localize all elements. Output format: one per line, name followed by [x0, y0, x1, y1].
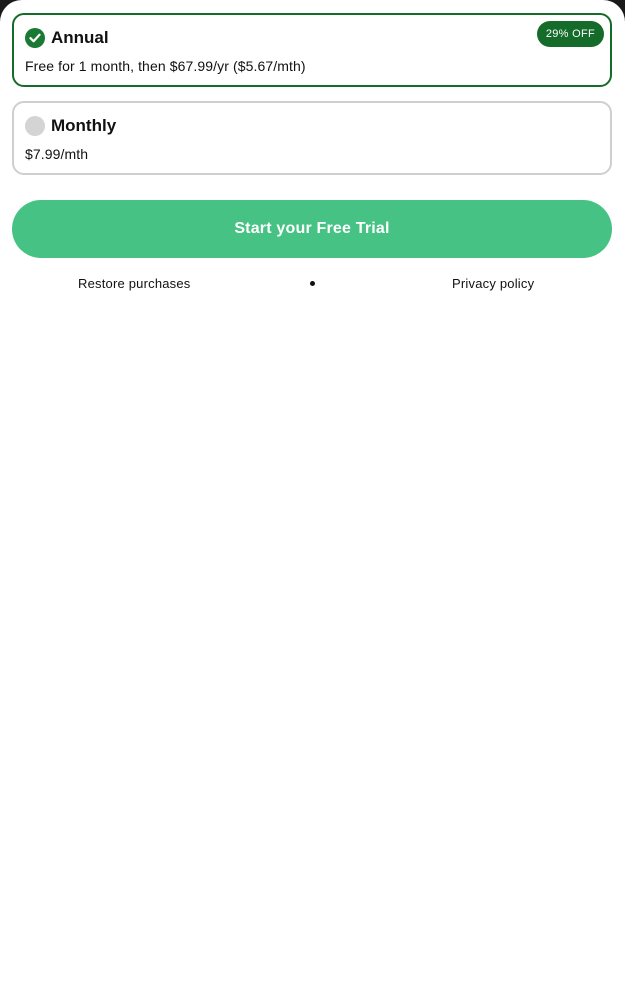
start-free-trial-button[interactable]: Start your Free Trial	[12, 200, 612, 258]
plan-option-monthly[interactable]: Monthly $7.99/mth	[12, 101, 612, 175]
privacy-policy-link[interactable]: Privacy policy	[452, 276, 534, 292]
empty-radio-icon	[25, 116, 45, 136]
restore-purchases-link[interactable]: Restore purchases	[78, 276, 191, 292]
separator-dot	[310, 281, 315, 286]
paywall-sheet: Annual Free for 1 month, then $67.99/yr …	[0, 0, 625, 1000]
plan-title: Annual	[51, 28, 109, 47]
discount-badge: 29% OFF	[536, 21, 604, 47]
plan-price-description: $7.99/mth	[25, 146, 89, 162]
check-circle-icon	[25, 28, 45, 48]
plan-title: Monthly	[51, 116, 117, 135]
plan-option-annual[interactable]: Annual Free for 1 month, then $67.99/yr …	[12, 13, 612, 87]
plan-price-description: Free for 1 month, then $67.99/yr ($5.67/…	[25, 58, 306, 74]
